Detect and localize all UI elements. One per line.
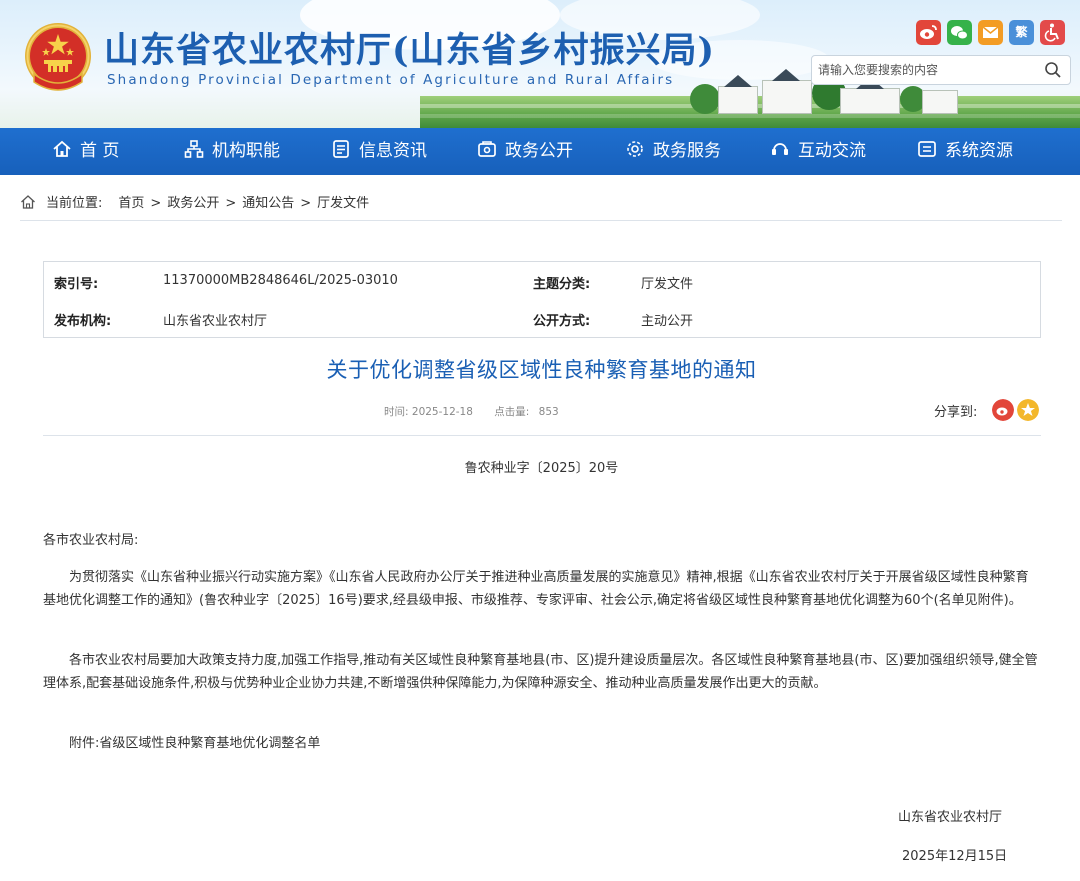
attachment-link[interactable]: 附件:省级区域性良种繁育基地优化调整名单	[43, 732, 1041, 755]
nav-label: 系统资源	[945, 141, 1013, 161]
accessibility-icon[interactable]	[1040, 20, 1065, 45]
breadcrumb-item-home[interactable]: 首页	[118, 196, 144, 211]
nav-label: 互动交流	[798, 141, 866, 161]
publisher-label: 发布机构:	[54, 314, 112, 329]
publisher-value: 山东省农业农村厅	[163, 314, 268, 329]
nav-item-service[interactable]: 政务服务	[625, 128, 721, 175]
wechat-icon[interactable]	[947, 20, 972, 45]
public-icon	[478, 141, 496, 157]
service-icon	[627, 141, 643, 157]
share-label: 分享到:	[934, 405, 978, 420]
resource-icon	[918, 141, 936, 157]
nav-item-news[interactable]: 信息资讯	[331, 128, 427, 175]
nav-item-public[interactable]: 政务公开	[477, 128, 573, 175]
site-subtitle: Shandong Provincial Department of Agricu…	[107, 72, 675, 88]
signature-date: 2025年12月15日	[902, 849, 1008, 864]
divider	[43, 435, 1041, 436]
index-label: 索引号:	[54, 277, 99, 292]
paragraph-2: 各市农业农村局要加大政策支持力度,加强工作指导,推动有关区域性良种繁育基地县(市…	[43, 653, 1038, 691]
breadcrumb: 当前位置: 首页 > 政务公开 > 通知公告 > 厅发文件	[20, 192, 369, 212]
nav-label: 政务服务	[653, 141, 721, 161]
views-value: 853	[538, 406, 559, 418]
document-number: 鲁农种业字〔2025〕20号	[464, 461, 619, 476]
views-label: 点击量:	[494, 406, 530, 418]
org-icon	[184, 140, 204, 158]
breadcrumb-separator: >	[150, 196, 162, 211]
topic-label: 主题分类:	[533, 277, 591, 292]
breadcrumb-separator: >	[300, 196, 312, 211]
weibo-icon[interactable]	[916, 20, 941, 45]
breadcrumb-separator: >	[225, 196, 237, 211]
document-meta-table: 索引号: 11370000MB2848646L/2025-03010 主题分类:…	[43, 261, 1041, 338]
search-input[interactable]	[818, 60, 1028, 80]
nav-label: 政务公开	[505, 141, 573, 161]
qzone-share-icon[interactable]	[1017, 399, 1039, 421]
interact-icon	[772, 143, 788, 155]
nav-label: 机构职能	[212, 141, 280, 161]
paragraph-1: 为贯彻落实《山东省种业振兴行动实施方案》《山东省人民政府办公厅关于推进种业高质量…	[43, 570, 1029, 608]
breadcrumb-label: 当前位置:	[46, 196, 103, 211]
nav-item-org[interactable]: 机构职能	[184, 128, 280, 175]
method-value: 主动公开	[641, 314, 694, 329]
national-emblem-icon	[25, 23, 91, 91]
site-title[interactable]: 山东省农业农村厅(山东省乡村振兴局)	[104, 22, 715, 73]
index-value: 11370000MB2848646L/2025-03010	[163, 273, 398, 288]
main-nav: 首 页 机构职能 信息资讯 政务公开 政务服务 互动交流 系统资源	[0, 128, 1080, 175]
nav-item-home[interactable]: 首 页	[52, 128, 119, 175]
time-label: 时间:	[384, 406, 409, 418]
home-icon	[53, 140, 71, 157]
news-icon	[333, 140, 349, 158]
article-info: 时间: 2025-12-18 点击量: 853	[384, 404, 559, 419]
breadcrumb-item-public[interactable]: 政务公开	[167, 196, 219, 211]
search-icon[interactable]	[1044, 61, 1062, 79]
nav-item-resource[interactable]: 系统资源	[917, 128, 1013, 175]
traditional-chinese-button[interactable]: 繁	[1009, 20, 1034, 45]
breadcrumb-item-files[interactable]: 厅发文件	[317, 196, 369, 211]
salutation: 各市农业农村局:	[43, 533, 139, 548]
site-header: 山东省农业农村厅(山东省乡村振兴局) Shandong Provincial D…	[0, 0, 1080, 128]
nav-label: 首 页	[80, 141, 120, 161]
topic-value: 厅发文件	[641, 277, 694, 292]
mail-icon[interactable]	[978, 20, 1003, 45]
nav-item-interact[interactable]: 互动交流	[770, 128, 866, 175]
article-title: 关于优化调整省级区域性良种繁育基地的通知	[326, 358, 757, 382]
method-label: 公开方式:	[533, 314, 591, 329]
time-value: 2025-12-18	[411, 406, 473, 418]
home-icon	[21, 195, 35, 209]
nav-label: 信息资讯	[359, 141, 427, 161]
divider	[20, 220, 1062, 221]
weibo-share-icon[interactable]	[992, 399, 1014, 421]
signature: 山东省农业农村厅	[898, 810, 1003, 825]
search-box	[811, 55, 1071, 85]
breadcrumb-item-notice[interactable]: 通知公告	[242, 196, 294, 211]
